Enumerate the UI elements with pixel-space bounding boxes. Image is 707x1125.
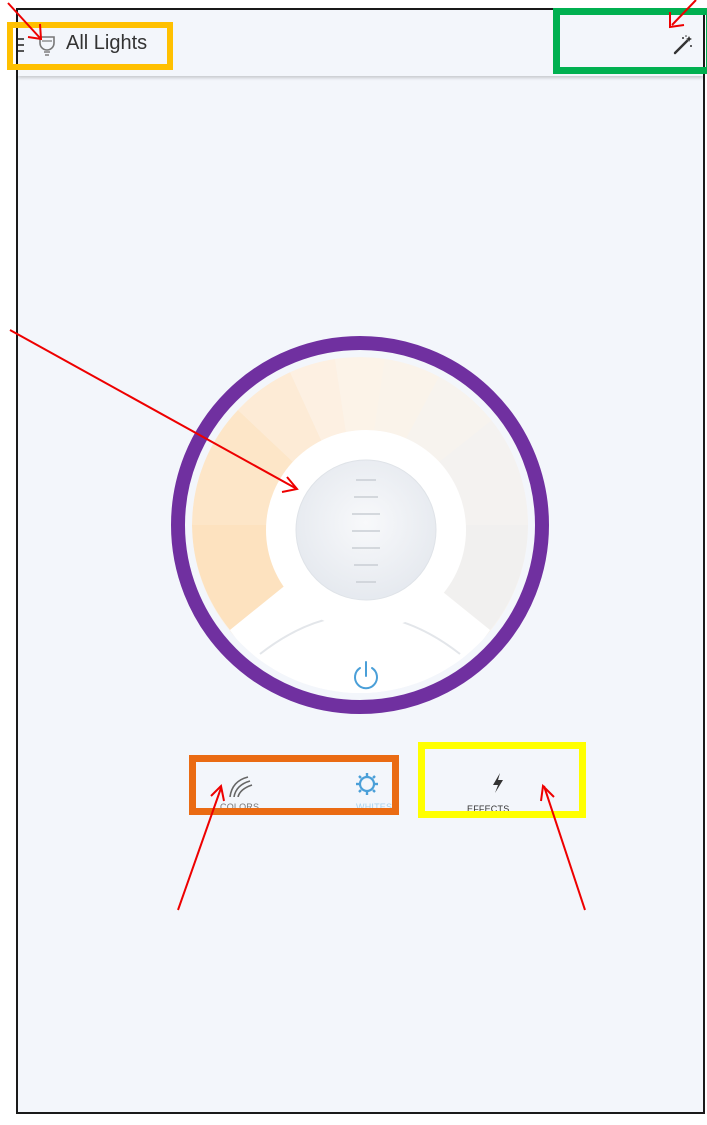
annotation-arrows [7,0,697,911]
arrow-to-effects [543,785,586,911]
arrow-to-colors [177,787,222,911]
arrow-to-wand [671,0,697,26]
arrow-to-bulb [7,2,41,39]
arrow-to-knob [9,329,298,490]
